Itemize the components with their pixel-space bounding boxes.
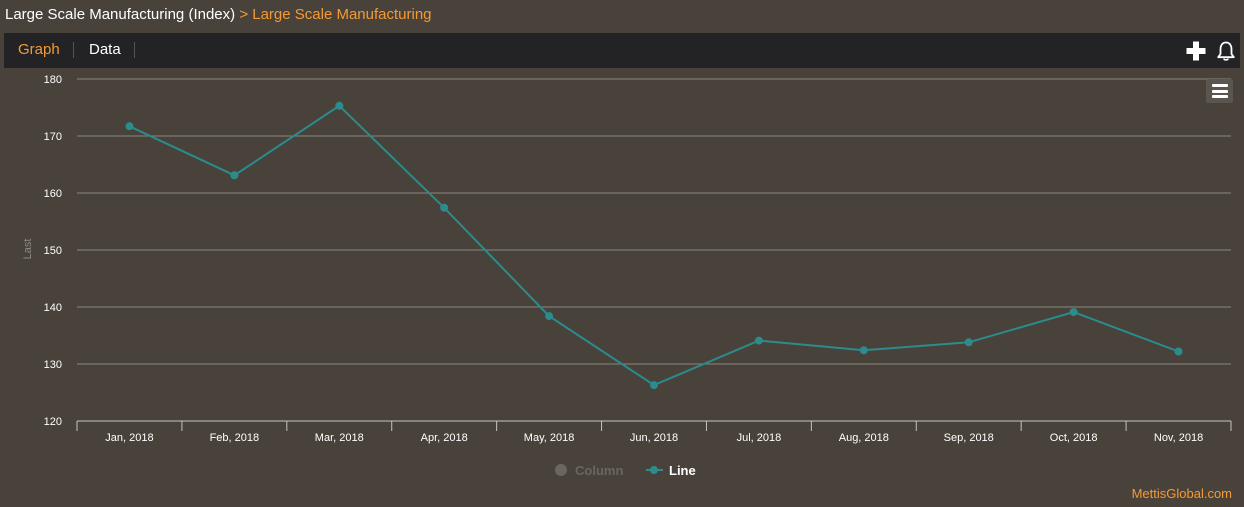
x-tick-label: Feb, 2018 — [210, 432, 260, 444]
x-tick-label: Mar, 2018 — [315, 432, 364, 444]
y-axis-ticks: 120 130 140 150 160 170 180 — [44, 74, 62, 428]
x-tick-label: Nov, 2018 — [1154, 432, 1203, 444]
tab-divider — [73, 42, 74, 58]
tab-divider — [134, 42, 135, 58]
x-tick-label: Jan, 2018 — [105, 432, 153, 444]
y-tick-label: 120 — [44, 416, 62, 428]
y-axis-label: Last — [22, 239, 34, 260]
breadcrumb-separator: > — [239, 6, 249, 23]
y-tick-label: 170 — [44, 131, 62, 143]
legend-column-symbol — [555, 464, 567, 476]
x-tick-label: Sep, 2018 — [944, 432, 994, 444]
x-tick-label: Jun, 2018 — [630, 432, 678, 444]
data-point — [545, 312, 554, 321]
data-point — [1174, 347, 1183, 356]
legend-item-line[interactable]: Line — [646, 463, 696, 478]
hamburger-menu-icon[interactable] — [1206, 79, 1233, 103]
plus-icon[interactable] — [1185, 40, 1207, 62]
y-tick-label: 130 — [44, 359, 62, 371]
source-credit[interactable]: MettisGlobal.com — [1132, 486, 1232, 501]
x-tick-label: Jul, 2018 — [737, 432, 782, 444]
view-tab-bar: Graph Data — [4, 33, 1240, 68]
x-tick-label: Apr, 2018 — [421, 432, 468, 444]
data-point — [650, 381, 658, 390]
x-tick-label: Oct, 2018 — [1050, 432, 1098, 444]
y-tick-label: 160 — [44, 188, 62, 200]
data-point — [125, 122, 134, 131]
line-chart: 120 130 140 150 160 170 180 Jan, 2018 Feb, 2018… — [22, 74, 1232, 444]
legend-line-label: Line — [669, 463, 696, 478]
legend-line-symbol — [646, 464, 663, 476]
tab-data[interactable]: Data — [89, 33, 121, 68]
y-tick-label: 140 — [44, 302, 62, 314]
bell-icon[interactable] — [1215, 40, 1237, 62]
x-tick-label: May, 2018 — [524, 432, 575, 444]
breadcrumb: Large Scale Manufacturing (Index) > Larg… — [5, 6, 432, 23]
data-point — [964, 338, 973, 347]
y-tick-label: 150 — [44, 245, 62, 257]
data-point — [754, 336, 763, 345]
legend-item-column[interactable]: Column — [555, 463, 623, 478]
breadcrumb-parent[interactable]: Large Scale Manufacturing (Index) — [5, 6, 235, 23]
legend-column-label: Column — [575, 463, 624, 478]
grid-lines — [77, 78, 1231, 365]
series-line — [129, 104, 1179, 387]
y-tick-label: 180 — [44, 74, 62, 86]
tab-graph[interactable]: Graph — [18, 33, 60, 68]
data-points — [125, 101, 1183, 390]
data-point — [440, 203, 449, 212]
x-tick-label: Aug, 2018 — [839, 432, 889, 444]
data-point — [1069, 308, 1078, 317]
x-axis — [76, 420, 1232, 431]
breadcrumb-current: Large Scale Manufacturing — [252, 6, 432, 23]
data-point — [230, 171, 239, 180]
x-axis-ticks: Jan, 2018 Feb, 2018 Mar, 2018 Apr, 2018 May,… — [105, 432, 1203, 444]
data-point — [859, 346, 868, 355]
data-point — [335, 101, 344, 110]
